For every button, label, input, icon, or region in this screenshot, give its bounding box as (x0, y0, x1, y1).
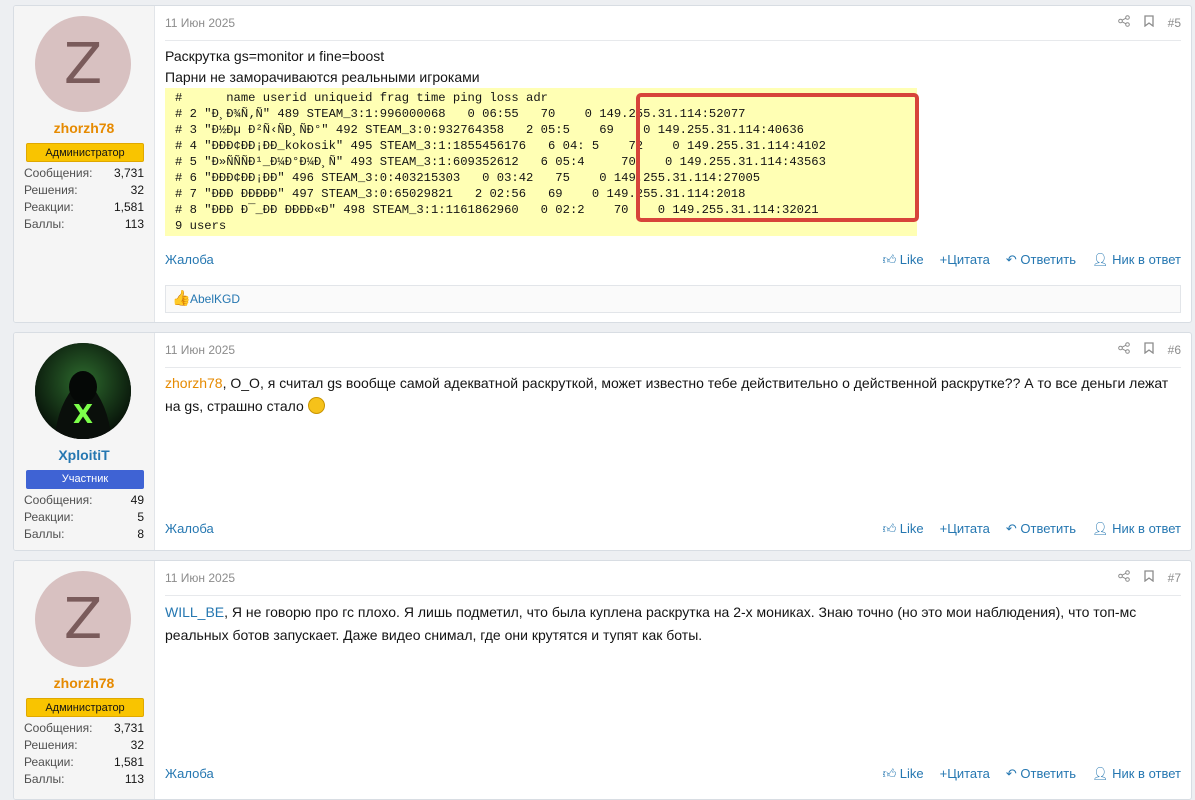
user-panel: X XploitiT Участник Сообщения: 49 Реакции… (14, 333, 155, 550)
username[interactable]: XploitiT (14, 447, 154, 463)
hacker-avatar-icon: X (35, 343, 131, 439)
post-7: Z zhorzh78 Администратор Сообщения: 3,731… (13, 560, 1192, 800)
avatar[interactable]: Z (35, 16, 131, 112)
report-link[interactable]: Жалоба (165, 521, 214, 536)
post-number[interactable]: #5 (1168, 16, 1181, 30)
reactions-bar: 👍 AbelKGD (165, 285, 1181, 313)
post-number[interactable]: #6 (1168, 343, 1181, 357)
avatar-letter: Z (63, 31, 103, 97)
user-icon: 👤︎ (1091, 766, 1113, 781)
avatar[interactable]: X (35, 343, 131, 439)
quote-button[interactable]: +Цитата (940, 766, 990, 782)
scared-emoji-icon (307, 396, 325, 414)
post-date[interactable]: 11 Июн 2025 (165, 571, 235, 585)
like-button[interactable]: 👍︎ Like (883, 766, 924, 782)
user-stats: Сообщения: 3,731 Решения: 32 Реакции: 1,581… (24, 720, 144, 788)
user-panel: Z zhorzh78 Администратор Сообщения: 3,731… (14, 561, 155, 799)
thumb-up-icon: 👍︎ (882, 521, 900, 536)
share-icon[interactable] (1117, 342, 1130, 357)
bookmark-icon[interactable] (1143, 342, 1154, 357)
bookmark-icon[interactable] (1143, 570, 1154, 585)
stat-reactions: Реакции: 1,581 (24, 200, 144, 214)
post-main: 11 Июн 2025 #6 zhorzh78, O_O, я считал g… (165, 333, 1181, 550)
nick-button[interactable]: 👤︎ Ник в ответ (1092, 766, 1181, 782)
role-badge: Администратор (26, 143, 144, 162)
username[interactable]: zhorzh78 (14, 120, 154, 136)
thumb-up-icon: 👍︎ (882, 252, 900, 267)
stat-reactions: Реакции: 1,581 (24, 755, 144, 769)
user-stats: Сообщения: 3,731 Решения: 32 Реакции: 1,581… (24, 165, 144, 233)
nick-button[interactable]: 👤︎ Ник в ответ (1092, 521, 1181, 537)
avatar-letter: Z (63, 586, 103, 652)
post-5: Z zhorzh78 Администратор Сообщения: 3,731… (13, 5, 1192, 323)
reply-button[interactable]: ↶ Ответить (1006, 766, 1076, 782)
post-text: , Я не говорю про гс плохо. Я лишь подме… (165, 604, 1137, 643)
post-line: Парни не заморачиваются реальными игрока… (165, 69, 480, 85)
stat-messages: Сообщения: 3,731 (24, 721, 144, 735)
report-link[interactable]: Жалоба (165, 766, 214, 781)
avatar[interactable]: Z (35, 571, 131, 667)
post-meta: 11 Июн 2025 #6 (165, 333, 1181, 368)
reply-icon: ↶ (1005, 766, 1021, 781)
quote-button[interactable]: +Цитата (940, 252, 990, 268)
post-meta: 11 Июн 2025 #7 (165, 561, 1181, 596)
share-icon[interactable] (1117, 570, 1130, 585)
post-main: 11 Июн 2025 #7 WILL_BE, Я не говорю про … (165, 561, 1181, 799)
post-meta: 11 Июн 2025 #5 (165, 6, 1181, 41)
user-panel: Z zhorzh78 Администратор Сообщения: 3,731… (14, 6, 155, 322)
stat-points: Баллы: 113 (24, 772, 144, 786)
user-stats: Сообщения: 49 Реакции: 5 Баллы: 8 (24, 492, 144, 543)
like-button[interactable]: 👍︎ Like (883, 521, 924, 537)
reply-button[interactable]: ↶ Ответить (1006, 521, 1076, 537)
stat-solutions: Решения: 32 (24, 183, 144, 197)
stat-messages: Сообщения: 49 (24, 493, 144, 507)
stat-solutions: Решения: 32 (24, 738, 144, 752)
post-date[interactable]: 11 Июн 2025 (165, 343, 235, 357)
post-body: Раскрутка gs=monitor и fine=boost Парни … (165, 45, 1181, 89)
post-actions: Жалоба 👍︎ Like +Цитата ↶ Ответить 👤︎ Ник… (165, 252, 1181, 272)
stat-points: Баллы: 113 (24, 217, 144, 231)
like-button[interactable]: 👍︎ Like (883, 252, 924, 268)
post-actions: Жалоба 👍︎ Like +Цитата ↶ Ответить 👤︎ Ник… (165, 766, 1181, 786)
role-badge: Участник (26, 470, 144, 489)
post-actions: Жалоба 👍︎ Like +Цитата ↶ Ответить 👤︎ Ник… (165, 521, 1181, 541)
report-link[interactable]: Жалоба (165, 252, 214, 267)
reaction-user[interactable]: AbelKGD (190, 292, 240, 306)
quote-button[interactable]: +Цитата (940, 521, 990, 537)
reply-icon: ↶ (1005, 521, 1021, 536)
nick-button[interactable]: 👤︎ Ник в ответ (1092, 252, 1181, 268)
user-icon: 👤︎ (1091, 521, 1113, 536)
post-number[interactable]: #7 (1168, 571, 1181, 585)
highlight-box (636, 93, 919, 222)
mention-link[interactable]: WILL_BE (165, 604, 224, 620)
thumb-up-icon: 👍︎ (882, 766, 900, 781)
post-body: zhorzh78, O_O, я считал gs вообще самой … (165, 372, 1181, 418)
post-main: 11 Июн 2025 #5 Раскрутка gs=monitor и fi… (165, 6, 1181, 322)
mention-link[interactable]: zhorzh78 (165, 375, 223, 391)
role-badge: Администратор (26, 698, 144, 717)
post-6: X XploitiT Участник Сообщения: 49 Реакции… (13, 332, 1192, 551)
post-line: Раскрутка gs=monitor и fine=boost (165, 48, 385, 64)
stat-reactions: Реакции: 5 (24, 510, 144, 524)
stat-messages: Сообщения: 3,731 (24, 166, 144, 180)
bookmark-icon[interactable] (1143, 15, 1154, 30)
share-icon[interactable] (1117, 15, 1130, 30)
post-date[interactable]: 11 Июн 2025 (165, 16, 235, 30)
user-icon: 👤︎ (1091, 252, 1113, 267)
like-reaction-icon: 👍 (172, 290, 191, 307)
reply-icon: ↶ (1005, 252, 1021, 267)
reply-button[interactable]: ↶ Ответить (1006, 252, 1076, 268)
username[interactable]: zhorzh78 (14, 675, 154, 691)
post-body: WILL_BE, Я не говорю про гс плохо. Я лиш… (165, 601, 1181, 647)
svg-text:X: X (73, 400, 93, 430)
stat-points: Баллы: 8 (24, 527, 144, 541)
